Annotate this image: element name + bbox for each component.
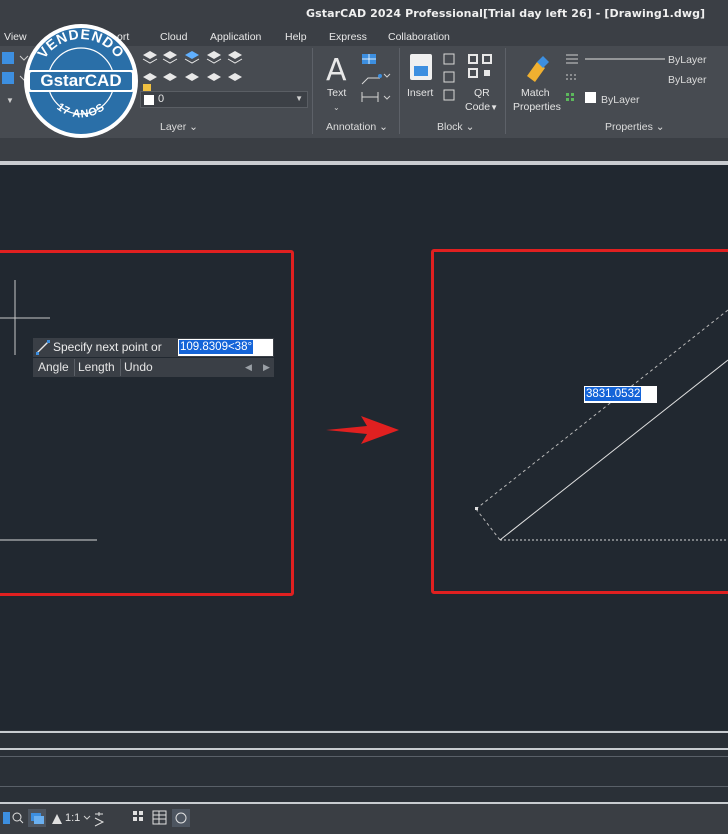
table-icon: [362, 54, 376, 64]
match-properties-icon[interactable]: [515, 52, 565, 88]
layer-value: 0: [158, 93, 165, 105]
arrow-left-icon[interactable]: ◀: [245, 362, 252, 373]
color-value[interactable]: ByLayer: [601, 94, 640, 106]
chevron-down-icon[interactable]: ⌄: [333, 103, 340, 112]
panel-layer-label[interactable]: Layer ⌄: [160, 121, 198, 133]
status-icons: [3, 809, 190, 827]
menu-help[interactable]: Help: [285, 31, 307, 43]
crosshair-cursor: [0, 280, 97, 541]
workspace-icon: [94, 812, 105, 827]
dimension-icon: [361, 92, 379, 102]
qr-code-icon: [468, 54, 492, 78]
insert-button-label[interactable]: Insert: [407, 86, 433, 100]
option-undo[interactable]: Undo: [124, 360, 153, 374]
linetype-value[interactable]: ByLayer: [668, 74, 707, 86]
annotation-scale[interactable]: 1:1: [65, 812, 80, 824]
annotation-scale-icon: [52, 814, 62, 824]
command-options: Angle Length Undo ◀ ▶: [33, 358, 274, 377]
chevron-down-icon: ▼: [295, 94, 303, 103]
menu-cloud[interactable]: Cloud: [160, 31, 187, 43]
document-tab-strip: [0, 138, 728, 163]
option-length[interactable]: Length: [78, 360, 115, 374]
panel-annotation-label[interactable]: Annotation ⌄: [326, 121, 388, 133]
qr-button-label-1[interactable]: QR: [474, 86, 490, 100]
lineweight-value[interactable]: ByLayer: [668, 54, 707, 66]
chevron-down-icon[interactable]: ▼: [6, 96, 14, 105]
grid-icon: [3, 812, 10, 824]
search-icon: [12, 812, 24, 824]
arrow-right-icon[interactable]: ▶: [263, 362, 270, 373]
table-view-icon: [152, 810, 167, 825]
panel-properties-label[interactable]: Properties ⌄: [605, 121, 665, 133]
option-angle[interactable]: Angle: [38, 360, 69, 374]
qr-button-label-2[interactable]: Code▼: [465, 100, 498, 115]
gstarcad-badge: VENDENDO GstarCAD 17 ANOS: [24, 24, 138, 138]
arrow-right-icon: [326, 416, 399, 444]
prompt-text: Specify next point or: [53, 340, 162, 354]
window-title: GstarCAD 2024 Professional[Trial day lef…: [306, 7, 706, 20]
text-icon: A: [326, 53, 347, 88]
refresh-icon: [172, 809, 190, 827]
dynamic-input-prompt: Specify next point or 109.8309<38°: [33, 338, 274, 357]
badge-brand-text: GstarCAD: [40, 71, 121, 90]
point-input[interactable]: 109.8309<38°: [178, 339, 273, 356]
distance-input[interactable]: 3831.0532: [584, 386, 657, 403]
layer-dropdown[interactable]: 0 ▼: [140, 91, 308, 108]
match-button-label-1[interactable]: Match: [521, 86, 550, 100]
block-tool-icons: [443, 53, 455, 101]
snap-grid-icon: [133, 811, 143, 821]
match-button-label-2[interactable]: Properties: [513, 100, 561, 114]
text-button-label[interactable]: Text: [327, 86, 346, 100]
panel-block-label[interactable]: Block ⌄: [437, 121, 474, 133]
leader-icon: [361, 77, 380, 85]
command-line-area[interactable]: [0, 730, 728, 802]
menu-collaboration[interactable]: Collaboration: [388, 31, 450, 43]
menu-express[interactable]: Express: [329, 31, 367, 43]
layer-color-swatch: [144, 95, 154, 105]
menu-application[interactable]: Application: [210, 31, 261, 43]
line-tool-icon: [36, 340, 50, 355]
dimension-drawing: [475, 309, 728, 541]
